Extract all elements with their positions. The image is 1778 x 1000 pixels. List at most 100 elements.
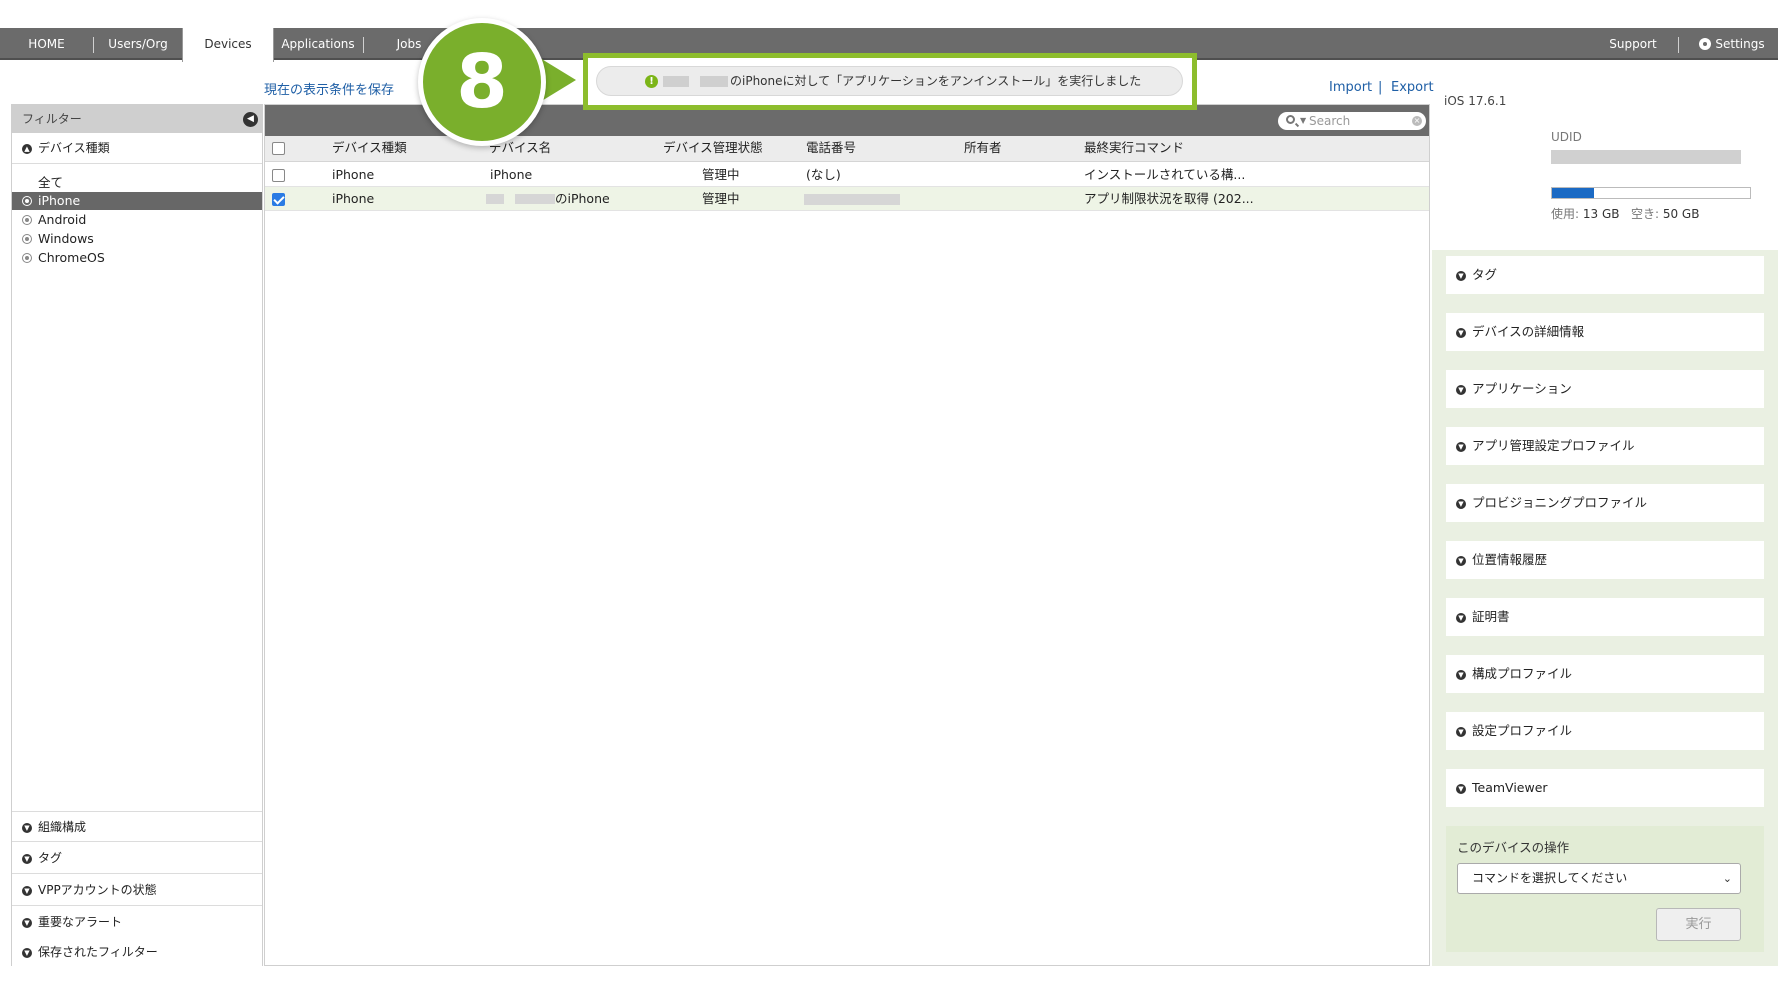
chevron-down-icon: ▼ xyxy=(22,886,32,896)
cell-device-type: iPhone xyxy=(332,191,375,206)
link-separator: | xyxy=(1378,80,1383,95)
section-teamviewer[interactable]: ▼ TeamViewer xyxy=(1446,769,1764,807)
col-owner[interactable]: 所有者 xyxy=(964,136,1002,160)
col-management-status[interactable]: デバイス管理状態 xyxy=(663,136,763,160)
section-certificates[interactable]: ▼ 証明書 xyxy=(1446,598,1764,636)
redacted-block xyxy=(700,76,728,87)
settings-link[interactable]: Settings xyxy=(1690,28,1774,60)
filter-item-all[interactable]: 全て xyxy=(12,174,262,192)
radio-icon xyxy=(22,234,32,244)
chevron-down-icon: ▼ xyxy=(22,948,32,958)
section-label: タグ xyxy=(38,851,63,865)
section-label: 証明書 xyxy=(1472,609,1510,624)
section-device-details[interactable]: ▼ デバイスの詳細情報 xyxy=(1446,313,1764,351)
filter-item-windows[interactable]: Windows xyxy=(12,230,262,248)
collapse-left-icon[interactable]: ◀ xyxy=(243,112,258,127)
chevron-down-icon: ▼ xyxy=(1456,670,1466,680)
section-label: アプリ管理設定プロファイル xyxy=(1472,438,1635,453)
section-org[interactable]: ▼ 組織構成 xyxy=(12,811,262,842)
col-last-command[interactable]: 最終実行コマンド xyxy=(1084,136,1184,160)
filter-item-chromeos[interactable]: ChromeOS xyxy=(12,249,262,267)
export-link[interactable]: Export xyxy=(1391,80,1434,95)
section-label: タグ xyxy=(1472,267,1498,282)
redacted-phone xyxy=(804,194,900,205)
col-phone[interactable]: 電話番号 xyxy=(806,136,856,160)
table-header: デバイス種類 デバイス名 デバイス管理状態 電話番号 所有者 最終実行コマンド xyxy=(265,136,1429,162)
ops-title: このデバイスの操作 xyxy=(1457,840,1570,855)
clear-icon[interactable]: × xyxy=(1412,116,1422,126)
table-row-selected[interactable]: iPhone のiPhone 管理中 アプリ制限状況を取得 (202... xyxy=(265,187,1429,211)
section-settings-profiles[interactable]: ▼ 設定プロファイル xyxy=(1446,712,1764,750)
col-device-type[interactable]: デバイス種類 xyxy=(332,136,407,160)
storage-free-label: 空き: xyxy=(1630,207,1659,221)
chevron-down-icon: ▼ xyxy=(1456,328,1466,338)
search-input[interactable]: ▼ Search × xyxy=(1278,112,1426,130)
chevron-down-icon: ▼ xyxy=(1456,442,1466,452)
device-summary: iOS 17.6.1 UDID 使用: 13 GB 空き: 50 GB xyxy=(1432,94,1778,250)
section-label: デバイス種類 xyxy=(38,141,110,155)
chevron-down-icon: ▼ xyxy=(1456,385,1466,395)
section-tags[interactable]: ▼ タグ xyxy=(1446,256,1764,294)
select-all-checkbox[interactable] xyxy=(272,142,285,155)
section-config-profiles[interactable]: ▼ 構成プロファイル xyxy=(1446,655,1764,693)
row-checkbox[interactable] xyxy=(272,169,285,182)
radio-icon xyxy=(22,196,32,206)
storage-bar-fill xyxy=(1552,188,1594,198)
support-link[interactable]: Support xyxy=(1590,28,1676,60)
device-type-section[interactable]: ▲ デバイス種類 xyxy=(12,133,262,164)
gear-icon xyxy=(1699,38,1712,50)
filter-item-label: 全て xyxy=(38,175,64,190)
chevron-down-icon: ▼ xyxy=(22,918,32,928)
filter-header: フィルター ◀ xyxy=(12,105,262,133)
filter-item-label: iPhone xyxy=(38,193,81,208)
table-row[interactable]: iPhone iPhone 管理中 (なし) インストールされている構... xyxy=(265,163,1429,187)
tab-users-org[interactable]: Users/Org xyxy=(94,28,182,60)
section-tags[interactable]: ▼ タグ xyxy=(12,843,262,874)
search-placeholder: Search xyxy=(1309,114,1351,128)
chevron-down-icon: ▼ xyxy=(22,823,32,833)
section-location-history[interactable]: ▼ 位置情報履歴 xyxy=(1446,541,1764,579)
tab-home[interactable]: HOME xyxy=(0,28,93,60)
udid-value-redacted xyxy=(1551,150,1741,164)
tab-devices[interactable]: Devices xyxy=(182,28,274,62)
section-provisioning[interactable]: ▼ プロビジョニングプロファイル xyxy=(1446,484,1764,522)
section-alerts[interactable]: ▼ 重要なアラート xyxy=(12,907,262,938)
udid-label: UDID xyxy=(1551,130,1582,144)
nav-separator xyxy=(363,37,364,53)
section-applications[interactable]: ▼ アプリケーション xyxy=(1446,370,1764,408)
execute-button[interactable]: 実行 xyxy=(1656,908,1741,941)
cell-device-type: iPhone xyxy=(332,167,375,182)
section-label: プロビジョニングプロファイル xyxy=(1472,495,1648,510)
chevron-down-icon: ▼ xyxy=(1456,613,1466,623)
row-checkbox-checked[interactable] xyxy=(272,193,285,206)
storage-used-label: 使用: xyxy=(1551,207,1580,221)
section-vpp[interactable]: ▼ VPPアカウントの状態 xyxy=(12,875,262,906)
command-select-value: コマンドを選択してください xyxy=(1472,871,1628,885)
section-app-config[interactable]: ▼ アプリ管理設定プロファイル xyxy=(1446,427,1764,465)
filter-item-label: Android xyxy=(38,212,87,227)
settings-label: Settings xyxy=(1715,37,1765,51)
chevron-down-icon: ▼ xyxy=(1456,271,1466,281)
section-label: TeamViewer xyxy=(1472,780,1548,795)
filter-item-iphone[interactable]: iPhone xyxy=(12,192,262,210)
radio-icon xyxy=(22,253,32,263)
chevron-down-icon: ▼ xyxy=(22,854,32,864)
import-link[interactable]: Import xyxy=(1329,80,1372,95)
section-label: アプリケーション xyxy=(1472,381,1572,396)
command-select[interactable]: コマンドを選択してください ⌄ xyxy=(1457,863,1741,894)
section-label: 保存されたフィルター xyxy=(38,945,158,959)
section-label: 重要なアラート xyxy=(38,915,123,929)
chevron-up-icon: ▲ xyxy=(22,144,32,154)
filter-item-label: Windows xyxy=(38,231,94,246)
filter-title: フィルター xyxy=(22,112,82,126)
section-saved-filters[interactable]: ▼ 保存されたフィルター xyxy=(12,937,262,968)
save-filter-link[interactable]: 現在の表示条件を保存 xyxy=(264,79,394,98)
device-operations: このデバイスの操作 コマンドを選択してください ⌄ 実行 xyxy=(1446,826,1764,952)
storage-text: 使用: 13 GB 空き: 50 GB xyxy=(1551,205,1699,222)
filter-item-android[interactable]: Android xyxy=(12,211,262,229)
storage-free: 50 GB xyxy=(1662,207,1700,221)
tab-applications[interactable]: Applications xyxy=(274,28,362,60)
redacted-block xyxy=(486,194,504,204)
chevron-down-icon: ⌄ xyxy=(1722,872,1732,885)
cell-device-name: のiPhone xyxy=(555,191,610,206)
